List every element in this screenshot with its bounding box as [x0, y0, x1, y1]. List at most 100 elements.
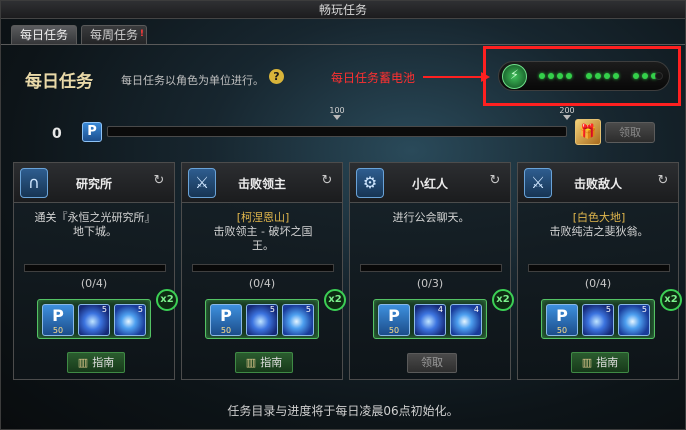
double-bonus-badge: x2 — [492, 289, 514, 311]
progress-count: 0 — [52, 126, 62, 142]
refresh-icon[interactable]: ↻ — [488, 174, 502, 188]
charge-pip — [586, 73, 592, 79]
crystal-reward-icon[interactable]: 5 — [618, 304, 650, 336]
progress-marker-label: 100 — [329, 106, 345, 115]
orb-reward-icon[interactable]: 5 — [582, 304, 614, 336]
daily-quest-window: 畅玩任务 每日任务 每周任务! 每日任务 每日任务以角色为单位进行。 ? 每日任… — [0, 0, 686, 430]
claim-progress-button[interactable]: 领取 — [605, 122, 655, 143]
guide-label: 指南 — [596, 356, 619, 369]
quest-desc-line: 地下城。 — [73, 225, 117, 238]
quest-title: 研究所 — [75, 177, 112, 191]
book-icon: ▥ — [77, 356, 89, 369]
double-bonus-badge: x2 — [156, 289, 178, 311]
charge-pip — [557, 73, 563, 79]
charge-group — [633, 73, 657, 79]
charge-group — [586, 73, 619, 79]
tab-daily[interactable]: 每日任务 — [11, 25, 78, 45]
battery-charges — [539, 73, 657, 79]
claim-button[interactable]: 领取 — [407, 353, 457, 373]
charge-group — [539, 73, 572, 79]
item-count: 5 — [305, 305, 311, 314]
quest-title: 击败敌人 — [573, 177, 622, 191]
quest-card: ⚔ 击败敌人 ↻ [白色大地] 击败纯洁之斐狄翁。 (0/4) P 50 5 5 x… — [517, 162, 682, 380]
quest-progress-bar — [528, 264, 670, 272]
reward-box: P 50 4 4 — [373, 299, 487, 339]
refresh-icon[interactable]: ↻ — [320, 174, 334, 188]
quest-title: 击败领主 — [237, 177, 286, 191]
charge-pip — [548, 73, 554, 79]
annotation-label: 每日任务蓄电池 — [331, 71, 416, 85]
guide-button[interactable]: ▥ 指南 — [571, 352, 629, 373]
point-amount: 50 — [52, 326, 64, 335]
progress-bar — [107, 126, 567, 137]
point-reward-icon[interactable]: P 50 — [378, 304, 410, 336]
guide-button[interactable]: ▥ 指南 — [235, 352, 293, 373]
item-count: 5 — [137, 305, 143, 314]
quest-card-header: ⚙ 小红人 ↻ — [350, 163, 510, 203]
battery-empty-slot — [655, 72, 663, 80]
crystal-reward-icon[interactable]: 4 — [450, 304, 482, 336]
orb-reward-icon[interactable]: 5 — [78, 304, 110, 336]
help-icon[interactable]: ? — [269, 69, 284, 84]
point-letter: P — [388, 306, 400, 325]
crystal-reward-icon[interactable]: 5 — [282, 304, 314, 336]
quest-desc-line: [白色大地] — [572, 211, 626, 224]
point-reward-icon[interactable]: P 50 — [210, 304, 242, 336]
charge-pip — [604, 73, 610, 79]
window-title: 畅玩任务 — [1, 1, 685, 19]
item-count: 5 — [101, 305, 107, 314]
charge-pip — [613, 73, 619, 79]
quest-card-header: ⚔ 击败敌人 ↻ — [518, 163, 678, 203]
item-count: 5 — [605, 305, 611, 314]
quest-desc-line: 击败纯洁之斐狄翁。 — [549, 225, 649, 238]
book-icon: ▥ — [245, 356, 257, 369]
marker-arrow-icon — [333, 115, 341, 120]
quest-desc-line: 王。 — [252, 239, 274, 252]
charge-pip — [539, 73, 545, 79]
quest-count: (0/4) — [80, 277, 108, 290]
double-bonus-badge: x2 — [324, 289, 346, 311]
point-reward-icon[interactable]: P 50 — [42, 304, 74, 336]
item-count: 4 — [437, 305, 443, 314]
quest-count: (0/4) — [584, 277, 612, 290]
quest-progress-bar — [24, 264, 166, 272]
refresh-icon[interactable]: ↻ — [152, 174, 166, 188]
quest-card-header: ∩ 研究所 ↻ — [14, 163, 174, 203]
reward-box: P 50 5 5 — [541, 299, 655, 339]
reward-chest-icon[interactable]: 🎁 — [575, 119, 601, 145]
guide-button[interactable]: ▥ 指南 — [67, 352, 125, 373]
item-count: 5 — [641, 305, 647, 314]
reward-box: P 50 5 5 — [205, 299, 319, 339]
refresh-icon[interactable]: ↻ — [656, 174, 670, 188]
tab-divider — [1, 44, 685, 45]
quest-description: [柯涅恩山] 击败领主 - 破坏之国 王。 — [190, 211, 336, 253]
point-letter: P — [556, 306, 568, 325]
item-count: 5 — [269, 305, 275, 314]
quest-desc-line: 通关『永恒之光研究所』 — [34, 211, 156, 224]
quest-description: [白色大地] 击败纯洁之斐狄翁。 — [526, 211, 672, 239]
charge-pip — [642, 73, 648, 79]
orb-reward-icon[interactable]: 5 — [246, 304, 278, 336]
progress-marker-label: 200 — [559, 106, 575, 115]
page-title: 每日任务 — [25, 72, 93, 92]
point-letter: P — [220, 306, 232, 325]
point-reward-icon[interactable]: P 50 — [546, 304, 578, 336]
item-count: 4 — [473, 305, 479, 314]
tab-weekly[interactable]: 每周任务! — [81, 25, 148, 45]
book-icon: ▥ — [581, 356, 593, 369]
quest-description: 通关『永恒之光研究所』 地下城。 — [22, 211, 168, 239]
tab-daily-label: 每日任务 — [20, 28, 69, 42]
point-amount: 50 — [388, 326, 400, 335]
marker-arrow-icon — [563, 115, 571, 120]
notification-badge: ! — [139, 29, 145, 39]
quest-card-header: ⚔ 击败领主 ↻ — [182, 163, 342, 203]
charge-pip — [633, 73, 639, 79]
progress-marker: 100 — [327, 106, 347, 120]
quest-progress-bar — [192, 264, 334, 272]
orb-reward-icon[interactable]: 4 — [414, 304, 446, 336]
battery-icon: ⚡ — [502, 64, 527, 89]
point-amount: 50 — [220, 326, 232, 335]
double-bonus-badge: x2 — [660, 289, 682, 311]
crystal-reward-icon[interactable]: 5 — [114, 304, 146, 336]
quest-card: ∩ 研究所 ↻ 通关『永恒之光研究所』 地下城。 (0/4) P 50 5 5 x2… — [13, 162, 178, 380]
